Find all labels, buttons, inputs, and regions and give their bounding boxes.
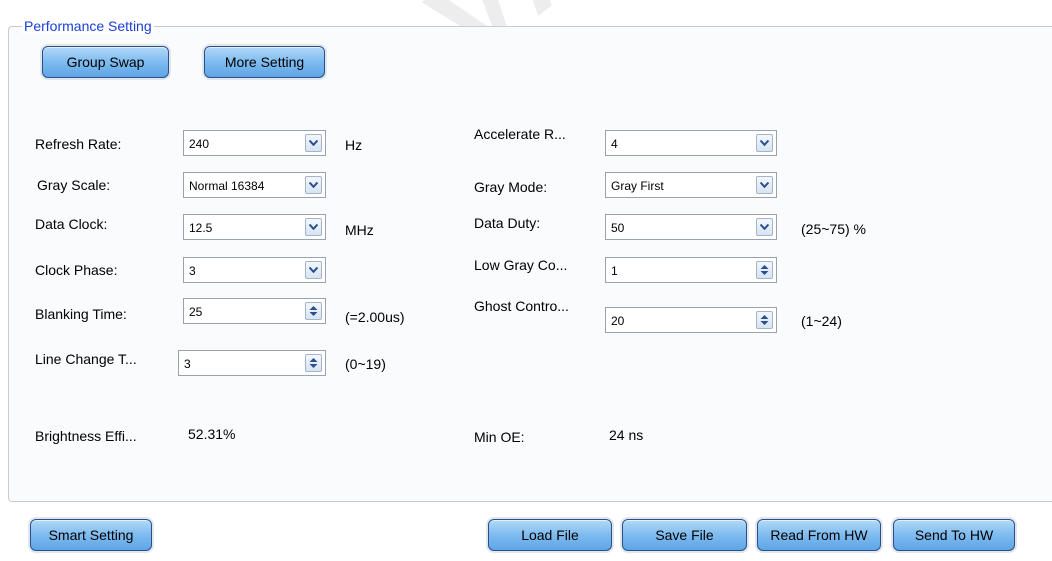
data-duty-value: 50 bbox=[611, 221, 625, 235]
chevron-down-icon[interactable] bbox=[305, 176, 322, 194]
gray-scale-select[interactable]: Normal 16384 bbox=[183, 172, 326, 198]
save-file-button[interactable]: Save File bbox=[622, 519, 747, 551]
line-change-label: Line Change T... bbox=[35, 351, 137, 367]
data-clock-select[interactable]: 12.5 bbox=[183, 214, 326, 240]
refresh-rate-unit: Hz bbox=[345, 137, 363, 153]
ghost-control-label: Ghost Contro... bbox=[474, 298, 569, 314]
chevron-down-icon[interactable] bbox=[756, 134, 773, 152]
refresh-rate-value: 240 bbox=[189, 137, 210, 151]
refresh-rate-label: Refresh Rate: bbox=[35, 136, 122, 152]
load-file-button[interactable]: Load File bbox=[488, 519, 612, 551]
blanking-time-spinner[interactable]: 25 bbox=[183, 298, 326, 324]
brightness-efficiency-label: Brightness Effi... bbox=[35, 428, 137, 444]
spinner-arrows-icon[interactable] bbox=[756, 311, 773, 329]
data-duty-select[interactable]: 50 bbox=[605, 214, 777, 240]
group-swap-button[interactable]: Group Swap bbox=[42, 46, 169, 78]
gray-scale-value: Normal 16384 bbox=[189, 179, 265, 193]
blanking-time-note: (=2.00us) bbox=[345, 309, 405, 325]
data-clock-value: 12.5 bbox=[189, 221, 213, 235]
spinner-arrows-icon[interactable] bbox=[305, 354, 322, 372]
data-clock-unit: MHz bbox=[345, 222, 374, 238]
read-from-hw-button[interactable]: Read From HW bbox=[757, 519, 881, 551]
spinner-arrows-icon[interactable] bbox=[756, 261, 773, 279]
chevron-down-icon[interactable] bbox=[305, 218, 322, 236]
low-gray-compensation-spinner[interactable]: 1 bbox=[605, 257, 777, 283]
data-duty-note: (25~75) % bbox=[801, 221, 866, 237]
blanking-time-value: 25 bbox=[189, 305, 203, 319]
send-to-hw-button[interactable]: Send To HW bbox=[893, 519, 1015, 551]
ghost-control-value: 20 bbox=[611, 314, 625, 328]
data-duty-label: Data Duty: bbox=[474, 215, 541, 231]
gray-mode-value: Gray First bbox=[611, 179, 664, 193]
accelerate-rate-select[interactable]: 4 bbox=[605, 130, 777, 156]
gray-mode-select[interactable]: Gray First bbox=[605, 172, 777, 198]
clock-phase-label: Clock Phase: bbox=[35, 262, 118, 278]
chevron-down-icon[interactable] bbox=[756, 218, 773, 236]
ghost-control-spinner[interactable]: 20 bbox=[605, 307, 777, 333]
blanking-time-label: Blanking Time: bbox=[35, 306, 127, 322]
refresh-rate-select[interactable]: 240 bbox=[183, 130, 326, 156]
gray-scale-label: Gray Scale: bbox=[37, 177, 111, 193]
clock-phase-select[interactable]: 3 bbox=[183, 257, 326, 283]
spinner-arrows-icon[interactable] bbox=[305, 302, 322, 320]
data-clock-label: Data Clock: bbox=[35, 216, 108, 232]
chevron-down-icon[interactable] bbox=[305, 261, 322, 279]
chevron-down-icon[interactable] bbox=[305, 134, 322, 152]
accelerate-rate-label: Accelerate R... bbox=[474, 126, 566, 142]
clock-phase-value: 3 bbox=[189, 264, 196, 278]
low-gray-compensation-value: 1 bbox=[611, 264, 618, 278]
low-gray-compensation-label: Low Gray Co... bbox=[474, 257, 568, 273]
chevron-down-icon[interactable] bbox=[756, 176, 773, 194]
group-title: Performance Setting bbox=[22, 18, 154, 34]
line-change-note: (0~19) bbox=[345, 356, 386, 372]
smart-setting-button[interactable]: Smart Setting bbox=[30, 519, 152, 551]
line-change-value: 3 bbox=[184, 357, 191, 371]
more-setting-button[interactable]: More Setting bbox=[204, 46, 325, 78]
accelerate-rate-value: 4 bbox=[611, 137, 618, 151]
ghost-control-note: (1~24) bbox=[801, 313, 842, 329]
min-oe-value: 24 ns bbox=[609, 427, 644, 443]
brightness-efficiency-value: 52.31% bbox=[188, 426, 236, 442]
min-oe-label: Min OE: bbox=[474, 429, 525, 445]
line-change-spinner[interactable]: 3 bbox=[178, 350, 326, 376]
gray-mode-label: Gray Mode: bbox=[474, 179, 548, 195]
